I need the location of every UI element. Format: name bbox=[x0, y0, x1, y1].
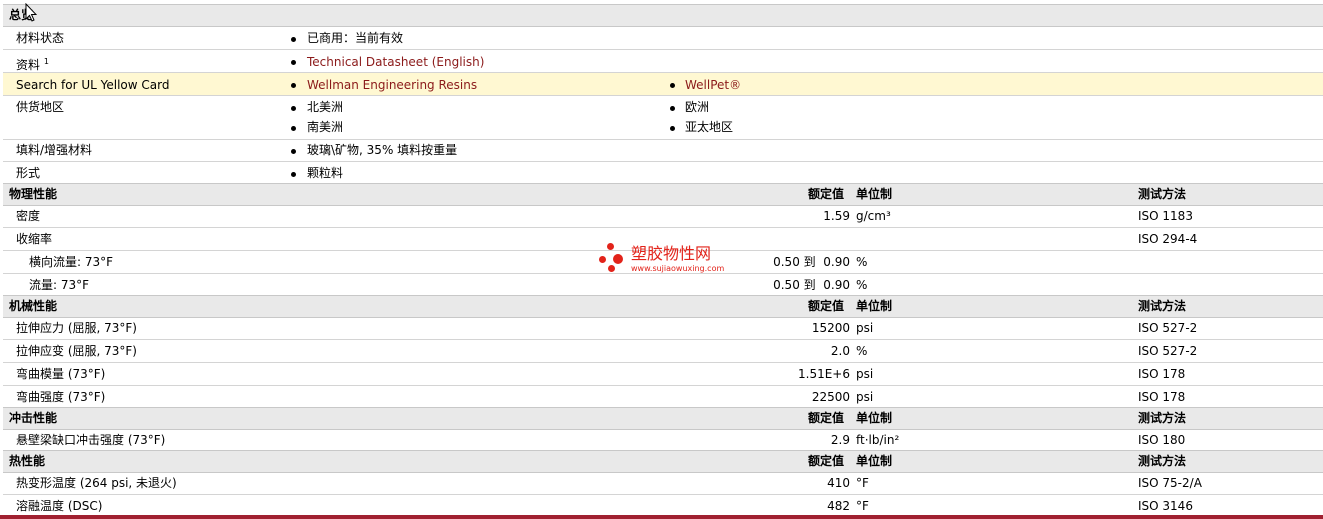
region-label: 供货地区 bbox=[16, 100, 65, 114]
prop-unit: psi bbox=[856, 367, 874, 381]
col-nominal: 额定值 bbox=[808, 411, 845, 425]
prop-unit: % bbox=[856, 255, 868, 269]
prop-value: 2.0 bbox=[830, 344, 850, 358]
section-title-physical: 物理性能 bbox=[9, 187, 58, 201]
prop-method: ISO 75-2/A bbox=[1138, 476, 1202, 490]
prop-value: 1.59 bbox=[823, 209, 850, 223]
wellpet-link[interactable]: WellPet® bbox=[685, 78, 741, 92]
prop-name: 热变形温度 (264 psi, 未退火) bbox=[16, 476, 177, 490]
bullet bbox=[670, 83, 675, 88]
filler-label: 填料/增强材料 bbox=[16, 143, 93, 157]
prop-unit: g/cm³ bbox=[856, 209, 891, 223]
material-status-value: 已商用：当前有效 bbox=[307, 31, 404, 45]
col-nominal: 额定值 bbox=[808, 454, 845, 468]
watermark-name: 塑胶物性网 bbox=[631, 244, 712, 263]
prop-method: ISO 3146 bbox=[1138, 499, 1193, 513]
prop-name: 弯曲强度 (73°F) bbox=[16, 390, 106, 404]
wellman-resins-link[interactable]: Wellman Engineering Resins bbox=[307, 78, 477, 92]
col-nominal: 额定值 bbox=[808, 299, 845, 313]
bottom-border bbox=[0, 515, 1323, 519]
bullet bbox=[291, 172, 296, 177]
prop-name: 流量: 73°F bbox=[29, 278, 90, 292]
bullet bbox=[291, 149, 296, 154]
docs-label: 资料 1 bbox=[16, 57, 49, 72]
prop-name: 拉伸应变 (屈服, 73°F) bbox=[16, 344, 137, 358]
watermark-dot bbox=[607, 243, 614, 250]
watermark-dot bbox=[613, 254, 623, 264]
bullet bbox=[291, 83, 296, 88]
footnote-marker: 1 bbox=[43, 57, 49, 66]
prop-unit: % bbox=[856, 278, 868, 292]
col-unit: 单位制 bbox=[856, 411, 893, 425]
section-title-thermal: 热性能 bbox=[9, 454, 46, 468]
prop-unit: psi bbox=[856, 321, 874, 335]
prop-method: ISO 527-2 bbox=[1138, 321, 1198, 335]
bullet bbox=[291, 126, 296, 131]
col-method: 测试方法 bbox=[1138, 299, 1187, 313]
bullet bbox=[670, 106, 675, 111]
watermark-dot bbox=[608, 265, 615, 272]
region-item: 北美洲 bbox=[307, 100, 344, 114]
prop-name: 拉伸应力 (屈服, 73°F) bbox=[16, 321, 137, 335]
prop-value: 15200 bbox=[811, 321, 850, 335]
filler-value: 玻璃\矿物, 35% 填料按重量 bbox=[307, 143, 458, 157]
prop-method: ISO 527-2 bbox=[1138, 344, 1198, 358]
section-header-mechanical bbox=[3, 295, 1323, 318]
col-method: 测试方法 bbox=[1138, 187, 1187, 201]
prop-value: 0.50 到 0.90 bbox=[773, 278, 850, 292]
ul-row-highlight bbox=[3, 73, 1323, 95]
bullet bbox=[670, 126, 675, 131]
form-label: 形式 bbox=[16, 166, 41, 180]
ul-search-label: Search for UL Yellow Card bbox=[16, 78, 170, 92]
prop-value: 1.51E+6 bbox=[798, 367, 850, 381]
section-title-mechanical: 机械性能 bbox=[9, 299, 58, 313]
region-item: 南美洲 bbox=[307, 120, 344, 134]
prop-unit: % bbox=[856, 344, 868, 358]
prop-method: ISO 180 bbox=[1138, 433, 1186, 447]
bullet bbox=[291, 60, 296, 65]
watermark-dot bbox=[599, 256, 606, 263]
mouse-cursor-icon bbox=[25, 3, 37, 22]
prop-value: 22500 bbox=[811, 390, 850, 404]
prop-method: ISO 178 bbox=[1138, 390, 1186, 404]
prop-unit: psi bbox=[856, 390, 874, 404]
prop-name: 弯曲模量 (73°F) bbox=[16, 367, 106, 381]
bullet bbox=[291, 37, 296, 42]
datasheet: 总览 材料状态 已商用：当前有效 资料 1 Technical Datashee… bbox=[3, 0, 1323, 519]
watermark-logo: 塑胶物性网 www.sujiaowuxing.com bbox=[599, 243, 731, 277]
prop-method: ISO 178 bbox=[1138, 367, 1186, 381]
prop-name: 悬壁梁缺口冲击强度 (73°F) bbox=[16, 433, 166, 447]
prop-name: 收缩率 bbox=[16, 232, 53, 246]
col-nominal: 额定值 bbox=[808, 187, 845, 201]
prop-name: 溶融温度 (DSC) bbox=[16, 499, 103, 513]
region-item: 亚太地区 bbox=[685, 120, 734, 134]
prop-value: 482 bbox=[827, 499, 850, 513]
prop-method: ISO 294-4 bbox=[1138, 232, 1198, 246]
col-method: 测试方法 bbox=[1138, 454, 1187, 468]
section-header-physical bbox=[3, 183, 1323, 206]
col-unit: 单位制 bbox=[856, 299, 893, 313]
watermark-url: www.sujiaowuxing.com bbox=[631, 264, 725, 273]
prop-value: 410 bbox=[827, 476, 850, 490]
prop-name: 密度 bbox=[16, 209, 41, 223]
col-unit: 单位制 bbox=[856, 454, 893, 468]
section-header-impact bbox=[3, 407, 1323, 430]
region-item: 欧洲 bbox=[685, 100, 710, 114]
prop-value: 2.9 bbox=[830, 433, 850, 447]
prop-unit: °F bbox=[856, 499, 869, 513]
section-header-thermal bbox=[3, 450, 1323, 473]
prop-name: 横向流量: 73°F bbox=[29, 255, 114, 269]
prop-method: ISO 1183 bbox=[1138, 209, 1193, 223]
bullet bbox=[291, 106, 296, 111]
section-title-impact: 冲击性能 bbox=[9, 411, 58, 425]
col-method: 测试方法 bbox=[1138, 411, 1187, 425]
prop-unit: °F bbox=[856, 476, 869, 490]
material-status-label: 材料状态 bbox=[16, 31, 65, 45]
technical-datasheet-link[interactable]: Technical Datasheet (English) bbox=[307, 55, 484, 69]
form-value: 颗粒料 bbox=[307, 166, 344, 180]
prop-unit: ft·lb/in² bbox=[856, 433, 900, 447]
section-header-general bbox=[3, 4, 1323, 27]
col-unit: 单位制 bbox=[856, 187, 893, 201]
